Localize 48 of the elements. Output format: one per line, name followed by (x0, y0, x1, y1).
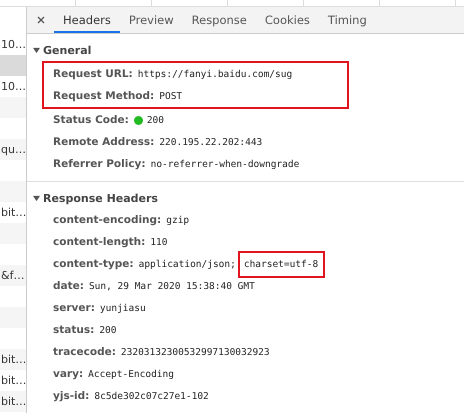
header-value: POST (159, 90, 182, 102)
highlighted-value: charset=utf-8 (238, 250, 326, 278)
triangle-icon[interactable] (33, 194, 40, 202)
close-icon[interactable] (37, 16, 45, 24)
header-value: 220.195.22.202:443 (159, 136, 262, 148)
section-title[interactable]: General (43, 44, 92, 56)
header-value: 200 (146, 114, 164, 126)
header-name: date: (53, 280, 84, 292)
header-value: no-referrer-when-downgrade (150, 158, 300, 170)
header-value: 23203132300532997130032923 (120, 346, 270, 358)
header-name: Request URL: (53, 68, 133, 80)
request-row[interactable]: bit… (0, 391, 26, 412)
header-value: gzip (166, 214, 190, 226)
header-name: content-type: (53, 258, 134, 270)
header-name: Remote Address: (53, 136, 154, 148)
header-name: status: (53, 324, 94, 336)
request-row[interactable]: &f… (0, 265, 26, 286)
header-value: yunjiasu (100, 302, 146, 314)
request-row[interactable]: bit… (0, 349, 26, 370)
header-name: content-encoding: (53, 214, 162, 226)
tab[interactable]: Cookies (256, 7, 319, 33)
header-name: server: (53, 302, 95, 314)
request-row[interactable]: qu… (0, 139, 26, 160)
section-title[interactable]: Response Headers (43, 192, 158, 204)
tab[interactable]: Response (182, 7, 256, 33)
tab[interactable]: Timing (318, 7, 376, 33)
header-value: 200 (99, 324, 116, 336)
request-row[interactable] (0, 223, 26, 244)
header-name: tracecode: (53, 346, 116, 358)
header-name: yjs-id: (53, 390, 90, 402)
header-value: 110 (150, 236, 168, 248)
header-value: 8c5de302c07c27e1-102 (94, 390, 209, 402)
request-row[interactable] (0, 55, 26, 76)
request-row[interactable] (0, 181, 26, 202)
tab[interactable]: Preview (120, 7, 183, 33)
triangle-icon[interactable] (33, 46, 40, 54)
tab[interactable]: Headers (54, 7, 120, 33)
header-value: application/json; (138, 258, 236, 270)
header-value: https://fanyi.baidu.com/sug (138, 68, 292, 80)
header-name: vary: (53, 368, 84, 380)
header-name: Referrer Policy: (53, 158, 146, 170)
header-name: Status Code: (53, 114, 129, 126)
request-row[interactable] (0, 307, 26, 328)
header-value: Accept-Encoding (88, 368, 174, 380)
header-name: Request Method: (53, 90, 154, 102)
header-value: Sun, 29 Mar 2020 15:38:40 GMT (88, 280, 255, 292)
header-name: content-length: (53, 236, 146, 248)
request-row[interactable] (0, 97, 26, 118)
